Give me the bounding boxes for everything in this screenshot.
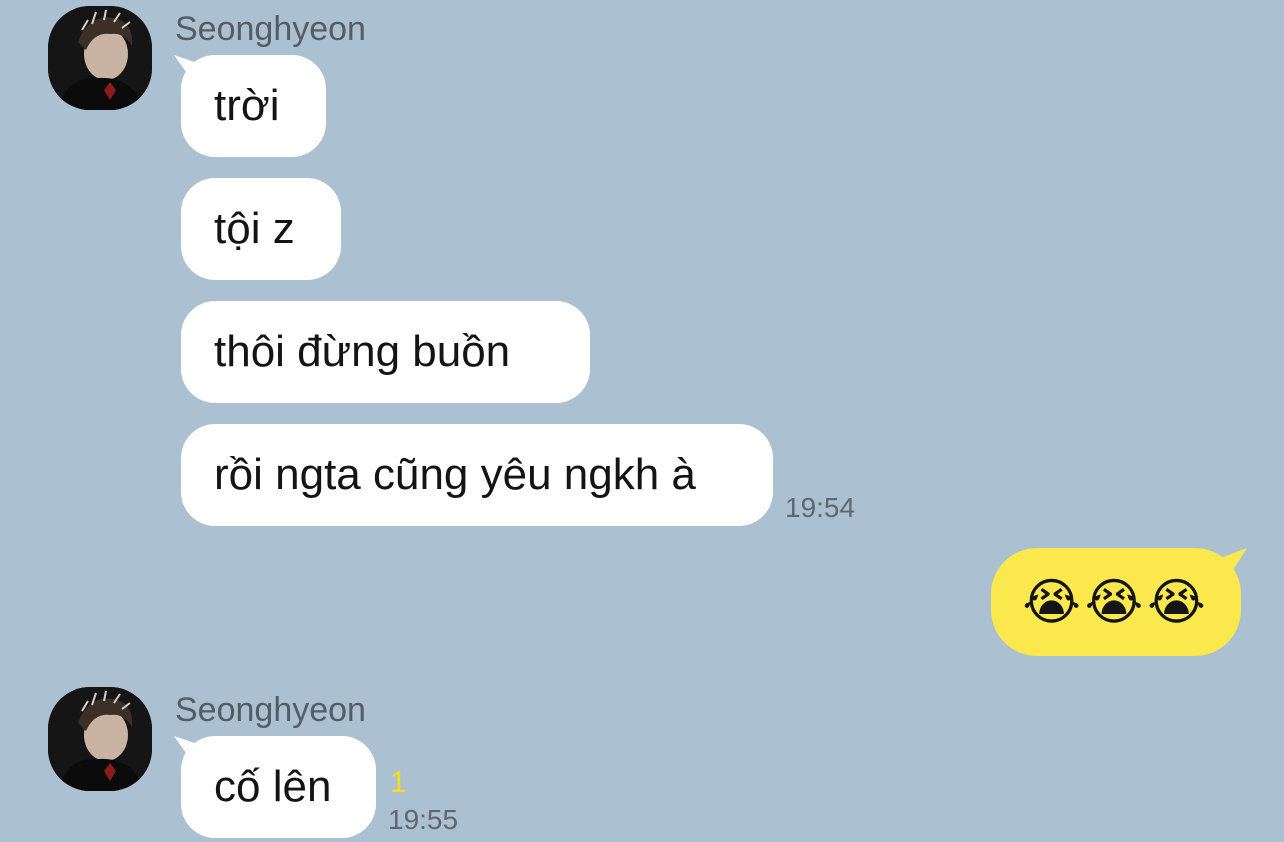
message-bubble[interactable]: thôi đừng buồn <box>181 301 590 403</box>
message-bubble[interactable]: trời <box>181 55 326 157</box>
sender-name: Seonghyeon <box>175 691 366 729</box>
message-timestamp: 19:55 <box>388 804 459 835</box>
sender-name: Seonghyeon <box>175 10 366 48</box>
profile-photo-icon <box>48 6 152 110</box>
message-text: 😭😭😭 <box>1022 574 1210 630</box>
sender-avatar[interactable] <box>48 6 152 110</box>
message-timestamp: 19:54 <box>785 492 856 523</box>
outgoing-message-bubble[interactable]: 😭😭😭 <box>991 548 1241 656</box>
message-text: tội z <box>214 204 295 253</box>
message-text: trời <box>214 81 280 130</box>
message-bubble[interactable]: tội z <box>181 178 341 280</box>
message-text: thôi đừng buồn <box>214 327 511 376</box>
sender-avatar[interactable] <box>48 687 152 791</box>
unread-count: 1 <box>390 766 407 799</box>
message-bubble[interactable]: rồi ngta cũng yêu ngkh à <box>181 424 773 526</box>
message-bubble[interactable]: cố lên <box>181 736 376 838</box>
chat-area[interactable]: Seonghyeon trời tội z thôi đừng buồn rồi… <box>0 0 1284 842</box>
profile-photo-icon <box>48 687 152 791</box>
message-text: cố lên <box>214 762 332 811</box>
message-text: rồi ngta cũng yêu ngkh à <box>214 450 696 499</box>
